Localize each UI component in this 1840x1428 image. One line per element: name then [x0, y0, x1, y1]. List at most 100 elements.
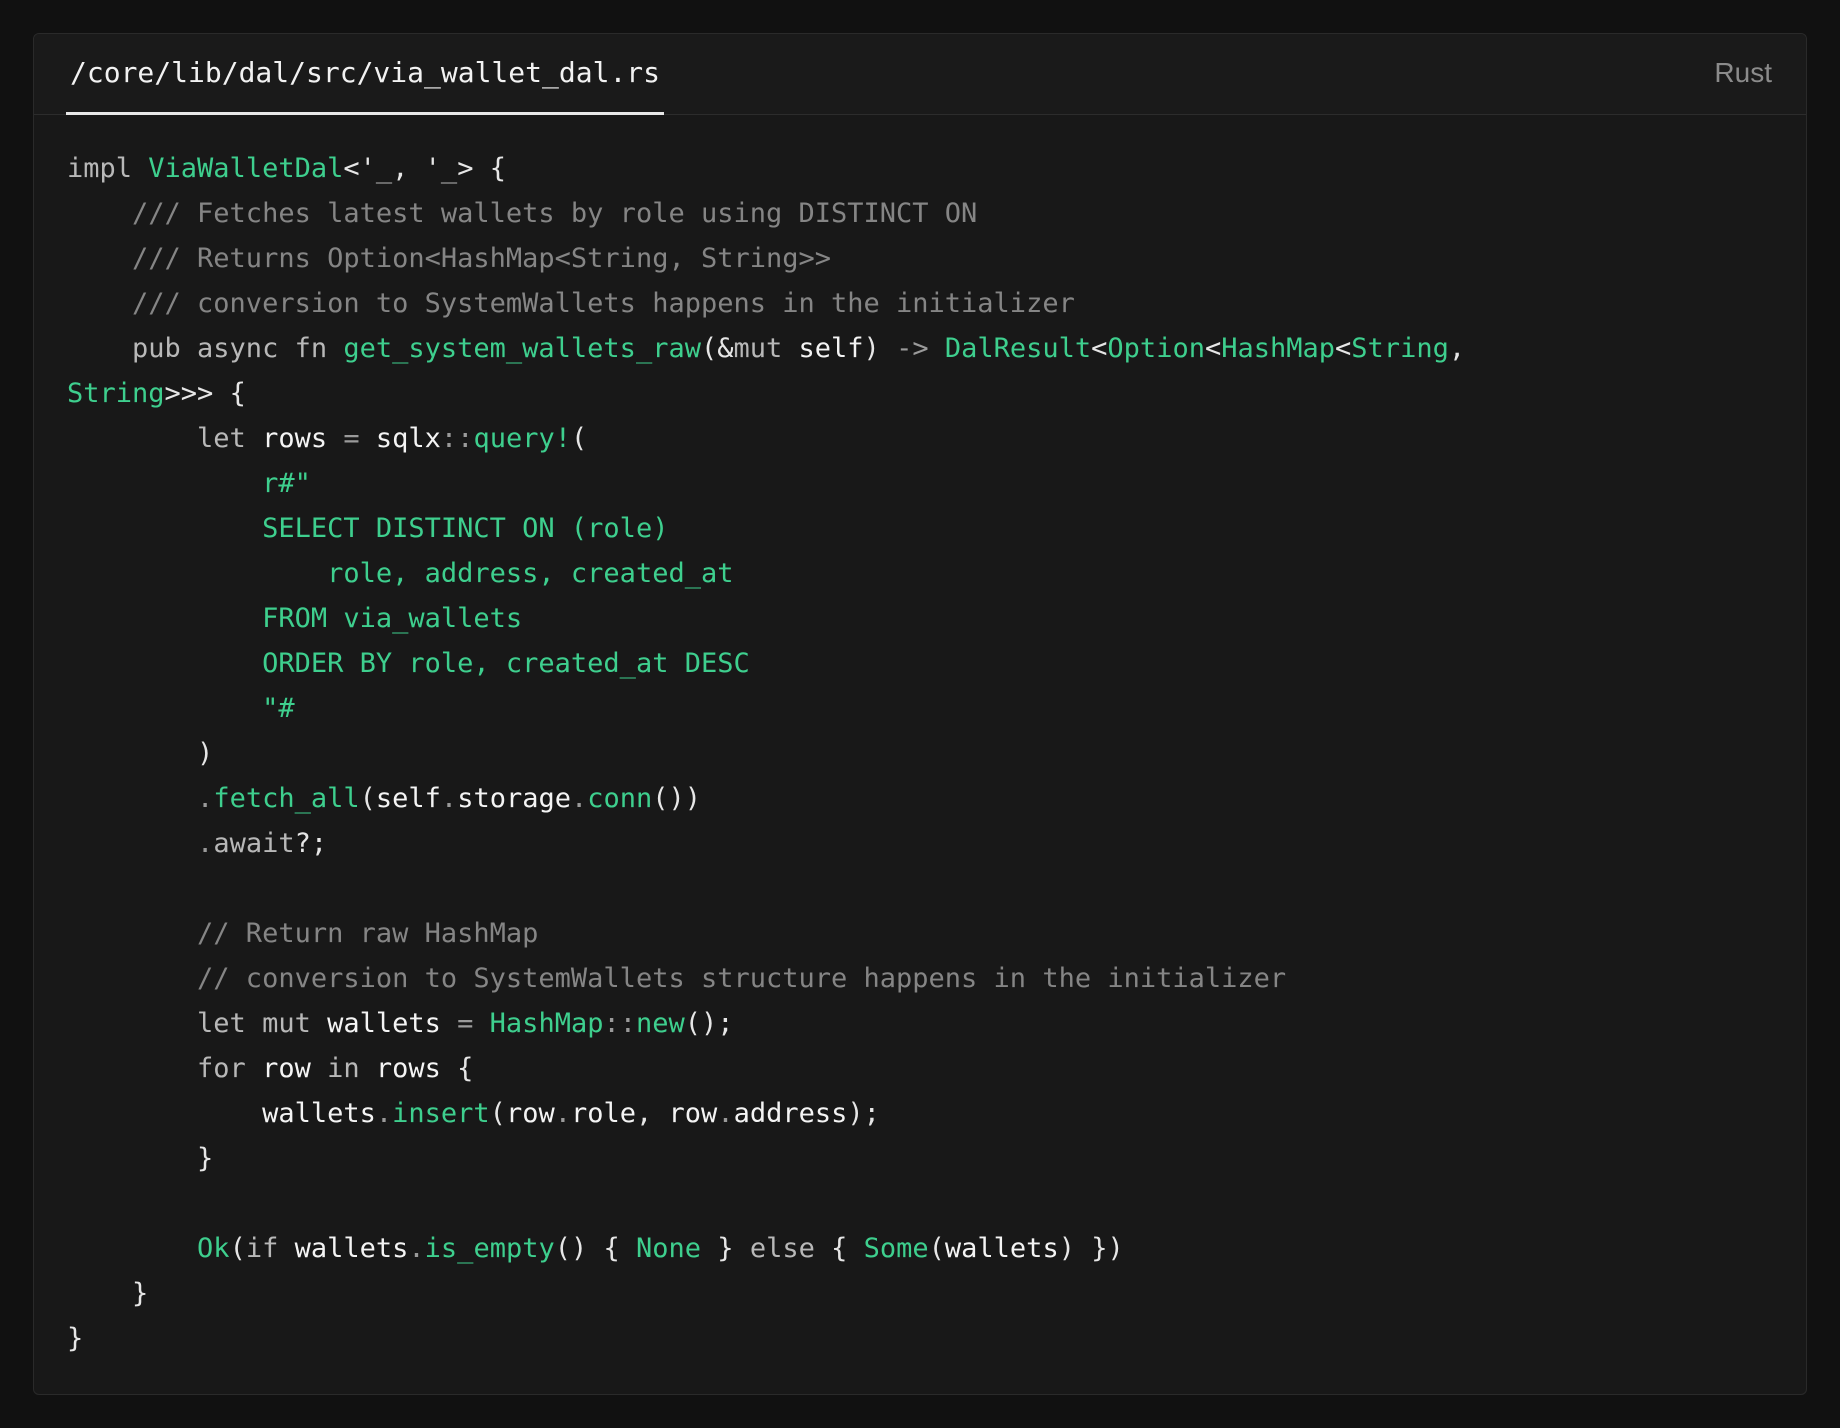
file-path-label: /core/lib/dal/src/via_wallet_dal.rs [70, 56, 661, 89]
code-token: String [67, 378, 165, 409]
code-token: row [262, 1053, 328, 1084]
code-token: ( [359, 783, 376, 814]
code-token: for [67, 1053, 263, 1084]
code-token: get_system_wallets_raw [343, 333, 701, 364]
code-token: _ [440, 153, 458, 184]
code-token: let mut [67, 1008, 328, 1039]
code-token: await [213, 828, 295, 859]
code-token: self [375, 783, 441, 814]
code-line: ​ [67, 866, 1786, 911]
code-token: row [505, 1098, 555, 1129]
code-token: wallets [294, 1233, 409, 1264]
code-line: ​ [67, 1181, 1786, 1226]
code-line: /// Fetches latest wallets by role using… [67, 191, 1786, 236]
code-line: let rows = sqlx::query!( [67, 416, 1786, 461]
code-token: . [440, 783, 458, 814]
code-token: else [749, 1233, 832, 1264]
code-line: r#" [67, 461, 1786, 506]
code-token: storage [457, 783, 571, 814]
code-token: address [733, 1098, 848, 1129]
code-token: r#" [67, 468, 311, 499]
code-token: ( [928, 1233, 945, 1264]
code-line: role, address, created_at [67, 551, 1786, 596]
code-line: // conversion to SystemWallets structure… [67, 956, 1786, 1001]
code-line: let mut wallets = HashMap::new(); [67, 1001, 1786, 1046]
code-token: . [67, 828, 214, 859]
code-token: } [67, 1278, 149, 1309]
language-label: Rust [1714, 57, 1772, 88]
code-token: role, address, created_at [67, 558, 734, 589]
code-token: } [67, 1143, 214, 1174]
code-line: } [67, 1271, 1786, 1316]
code-line: FROM via_wallets [67, 596, 1786, 641]
code-token: , [1448, 333, 1466, 364]
code-token: let [67, 423, 263, 454]
code-token: ORDER BY role, created_at DESC [67, 648, 750, 679]
code-token: () { [554, 1233, 636, 1264]
code-token: rows [262, 423, 344, 454]
code-token: } [701, 1233, 750, 1264]
code-line: // Return raw HashMap [67, 911, 1786, 956]
code-token: { [457, 1053, 474, 1084]
code-line: /// conversion to SystemWallets happens … [67, 281, 1786, 326]
code-token: row [668, 1098, 718, 1129]
code-token: /// Fetches latest wallets by role using… [67, 198, 978, 229]
code-block: /core/lib/dal/src/via_wallet_dal.rs Rust… [33, 33, 1807, 1395]
code-token: ViaWalletDal [148, 153, 344, 184]
code-line: ) [67, 731, 1786, 776]
code-token: ) [67, 738, 214, 769]
code-token: -> [896, 333, 929, 364]
code-token: HashMap [1221, 333, 1336, 364]
code-token: /// conversion to SystemWallets happens … [67, 288, 1075, 319]
code-token: insert [392, 1098, 490, 1129]
code-token: < [1335, 333, 1352, 364]
code-token: . [375, 1098, 393, 1129]
code-token: ?; [294, 828, 328, 859]
code-token: if [245, 1233, 295, 1264]
code-token: . [554, 1098, 571, 1129]
code-line: Ok(if wallets.is_empty() { None } else {… [67, 1226, 1786, 1271]
code-token: ()) [652, 783, 702, 814]
code-token: sqlx [375, 423, 441, 454]
code-line: } [67, 1136, 1786, 1181]
code-token: in [327, 1053, 376, 1084]
code-token: >>> { [164, 378, 246, 409]
code-line: pub async fn get_system_wallets_raw(&mut… [67, 326, 1786, 371]
code-block-header: /core/lib/dal/src/via_wallet_dal.rs Rust [34, 34, 1806, 115]
code-token: . [717, 1098, 734, 1129]
code-token: DalResult [944, 333, 1092, 364]
code-line: } [67, 1316, 1786, 1361]
code-token: role [570, 1098, 637, 1129]
code-token: > { [457, 153, 506, 184]
file-tab[interactable]: /core/lib/dal/src/via_wallet_dal.rs [66, 34, 665, 115]
code-token: ( [229, 1233, 246, 1264]
code-token: None [636, 1233, 702, 1264]
code-line: .await?; [67, 821, 1786, 866]
code-token: . [570, 783, 588, 814]
code-line: SELECT DISTINCT ON (role) [67, 506, 1786, 551]
code-token: String [1351, 333, 1449, 364]
code-line: wallets.insert(row.role, row.address); [67, 1091, 1786, 1136]
code-token: = [457, 1008, 474, 1039]
code-token: :: [603, 1008, 636, 1039]
code-token: mut [733, 333, 799, 364]
code-token: (); [684, 1008, 734, 1039]
code-token: < [1204, 333, 1222, 364]
code-token: self [798, 333, 864, 364]
code-token: HashMap [489, 1008, 604, 1039]
code-token: Ok [67, 1233, 230, 1264]
code-token: Some [863, 1233, 929, 1264]
code-token: fetch_all [213, 783, 360, 814]
code-token: < [1091, 333, 1108, 364]
code-token: { [831, 1233, 864, 1264]
code-token: wallets [67, 1098, 376, 1129]
code-token: ( [570, 423, 588, 454]
code-token: wallets [944, 1233, 1059, 1264]
code-token: conn [587, 783, 653, 814]
code-content[interactable]: impl ViaWalletDal<'_, '_> { /// Fetches … [67, 146, 1786, 1361]
code-line: impl ViaWalletDal<'_, '_> { [67, 146, 1786, 191]
code-token: ( [489, 1098, 506, 1129]
